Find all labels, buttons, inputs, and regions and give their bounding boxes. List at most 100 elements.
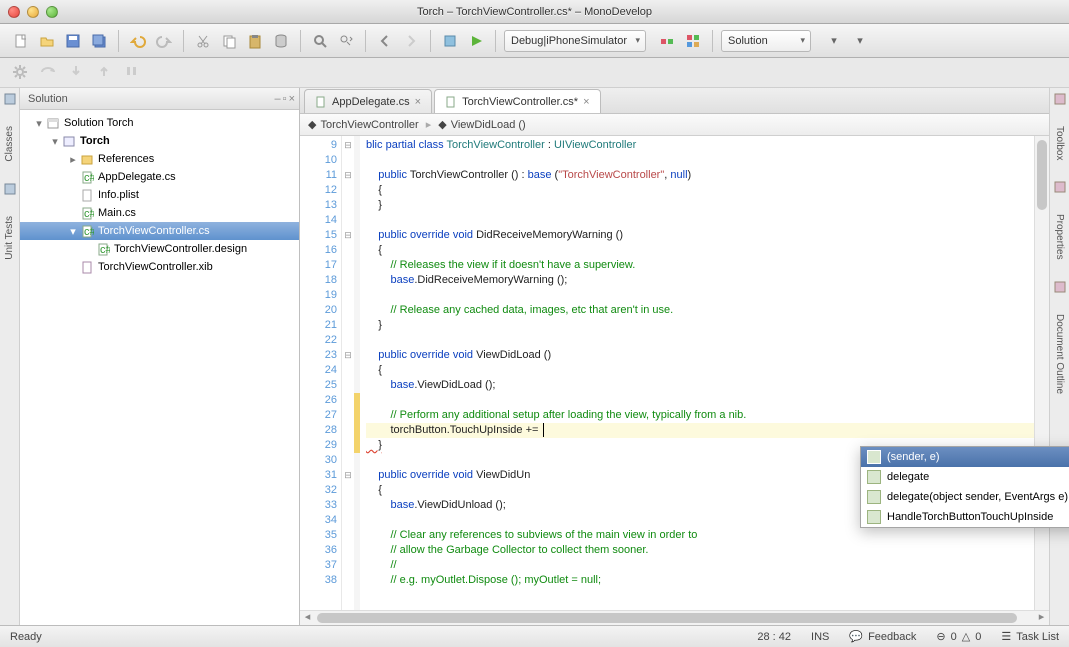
- autocomplete-item[interactable]: delegate(object sender, EventArgs e): [861, 487, 1069, 507]
- build-icon[interactable]: [439, 30, 461, 52]
- tree-item-references[interactable]: ▸References: [20, 150, 299, 168]
- disclosure-icon[interactable]: ▸: [68, 153, 78, 166]
- configuration-combo[interactable]: Debug|iPhoneSimulator: [504, 30, 646, 52]
- tree-item-torchviewcontroller-cs[interactable]: ▾c#TorchViewController.cs: [20, 222, 299, 240]
- breadcrumb-class[interactable]: TorchViewController: [320, 119, 418, 131]
- pad-minimize-icon[interactable]: –: [275, 93, 281, 105]
- rail-icon: [1053, 280, 1067, 294]
- build-solution-icon[interactable]: [682, 30, 704, 52]
- window-zoom-button[interactable]: [46, 6, 58, 18]
- solution-tree[interactable]: ▾Solution Torch▾Torch▸Referencesc#AppDel…: [20, 110, 299, 625]
- tree-item-info-plist[interactable]: Info.plist: [20, 186, 299, 204]
- fold-toggle[interactable]: ⊟: [342, 228, 354, 243]
- redo-icon[interactable]: [153, 30, 175, 52]
- open-icon[interactable]: [36, 30, 58, 52]
- file-tab-appdelegate-cs[interactable]: AppDelegate.cs×: [304, 89, 432, 113]
- tree-item-solution-torch[interactable]: ▾Solution Torch: [20, 114, 299, 132]
- rail-tab-toolbox[interactable]: Toolbox: [1052, 120, 1067, 166]
- fold-toggle[interactable]: ⊟: [342, 168, 354, 183]
- pad-close-icon[interactable]: ×: [289, 93, 295, 105]
- tab-close-icon[interactable]: ×: [415, 96, 421, 108]
- disclosure-icon[interactable]: ▾: [68, 225, 78, 238]
- continue-icon[interactable]: [124, 64, 142, 82]
- tab-close-icon[interactable]: ×: [583, 96, 589, 108]
- undo-icon[interactable]: [127, 30, 149, 52]
- dropdown-icon[interactable]: ▾: [849, 30, 871, 52]
- fold-toggle: [342, 423, 354, 438]
- scroll-right-icon[interactable]: ▸: [1034, 611, 1049, 625]
- tree-item-torchviewcontroller-xib[interactable]: TorchViewController.xib: [20, 258, 299, 276]
- fold-column[interactable]: ⊟ ⊟ ⊟ ⊟ ⊟: [342, 136, 354, 610]
- fold-toggle: [342, 318, 354, 333]
- copy-icon[interactable]: [218, 30, 240, 52]
- separator: [365, 30, 366, 52]
- tree-item-main-cs[interactable]: c#Main.cs: [20, 204, 299, 222]
- autocomplete-popup[interactable]: (sender, e)delegatedelegate(object sende…: [860, 446, 1069, 528]
- fold-toggle[interactable]: ⊟: [342, 348, 354, 363]
- fold-toggle[interactable]: ⊟: [342, 468, 354, 483]
- code-text[interactable]: blic partial class TorchViewController :…: [360, 136, 1034, 610]
- cut-icon[interactable]: [192, 30, 214, 52]
- window-title: Torch – TorchViewController.cs* – MonoDe…: [0, 6, 1069, 18]
- window-minimize-button[interactable]: [27, 6, 39, 18]
- replace-icon[interactable]: [335, 30, 357, 52]
- step-over-icon[interactable]: [40, 64, 58, 82]
- rail-tab-properties[interactable]: Properties: [1052, 208, 1067, 266]
- rail-tab-unit-tests[interactable]: Unit Tests: [2, 210, 17, 266]
- autocomplete-item[interactable]: (sender, e): [861, 447, 1069, 467]
- search-icon[interactable]: [309, 30, 331, 52]
- disclosure-icon[interactable]: ▾: [50, 135, 60, 148]
- solution-combo[interactable]: Solution: [721, 30, 811, 52]
- left-rail: Classes Unit Tests: [0, 88, 20, 625]
- nav-back-icon[interactable]: [374, 30, 396, 52]
- rail-tab-document-outline[interactable]: Document Outline: [1052, 308, 1067, 400]
- tree-item-torch[interactable]: ▾Torch: [20, 132, 299, 150]
- scroll-thumb[interactable]: [317, 613, 1017, 623]
- step-into-icon[interactable]: [68, 64, 86, 82]
- right-rail: Toolbox Properties Document Outline: [1049, 88, 1069, 625]
- new-file-icon[interactable]: [10, 30, 32, 52]
- vertical-scrollbar[interactable]: [1034, 136, 1049, 610]
- cs-icon: c#: [80, 206, 94, 220]
- step-out-icon[interactable]: [96, 64, 114, 82]
- scroll-left-icon[interactable]: ◂: [300, 611, 315, 625]
- nav-forward-icon[interactable]: [400, 30, 422, 52]
- gear-icon[interactable]: [12, 64, 30, 82]
- autocomplete-item[interactable]: HandleTorchButtonTouchUpInside: [861, 507, 1069, 527]
- dropdown-icon[interactable]: ▾: [823, 30, 845, 52]
- fold-toggle: [342, 288, 354, 303]
- snippet-icon: [867, 470, 881, 484]
- paste-icon[interactable]: [244, 30, 266, 52]
- tree-item-appdelegate-cs[interactable]: c#AppDelegate.cs: [20, 168, 299, 186]
- horizontal-scrollbar[interactable]: ◂ ▸: [300, 610, 1049, 625]
- breadcrumb[interactable]: ◆ TorchViewController ▸ ◆ ViewDidLoad (): [300, 114, 1049, 136]
- autocomplete-item[interactable]: delegate: [861, 467, 1069, 487]
- save-all-icon[interactable]: [88, 30, 110, 52]
- svg-text:c#: c#: [84, 226, 94, 238]
- database-icon[interactable]: [270, 30, 292, 52]
- build-project-icon[interactable]: [656, 30, 678, 52]
- pad-options-icon[interactable]: ▫: [283, 93, 287, 105]
- method-icon: ◆: [438, 118, 446, 131]
- disclosure-icon[interactable]: ▾: [34, 117, 44, 130]
- scroll-thumb[interactable]: [1037, 140, 1047, 210]
- code-editor[interactable]: 9101112131415161718192021222324252627282…: [300, 136, 1049, 610]
- fold-toggle: [342, 528, 354, 543]
- solution-pad-header: Solution – ▫ ×: [20, 88, 299, 110]
- fold-toggle: [342, 438, 354, 453]
- error-warning-counts[interactable]: ⊖0 △0: [936, 630, 981, 643]
- file-tab-torchviewcontroller-cs-[interactable]: TorchViewController.cs*×: [434, 89, 600, 113]
- tree-item-torchviewcontroller-design[interactable]: c#TorchViewController.design: [20, 240, 299, 258]
- run-icon[interactable]: [465, 30, 487, 52]
- rail-tab-classes[interactable]: Classes: [2, 120, 17, 168]
- window-close-button[interactable]: [8, 6, 20, 18]
- breadcrumb-method[interactable]: ViewDidLoad (): [451, 119, 526, 131]
- feedback-button[interactable]: 💬 Feedback: [849, 630, 916, 643]
- fold-toggle: [342, 408, 354, 423]
- save-icon[interactable]: [62, 30, 84, 52]
- editor-tabstrip: AppDelegate.cs×TorchViewController.cs*×: [300, 88, 1049, 114]
- fold-toggle[interactable]: ⊟: [342, 138, 354, 153]
- fold-toggle: [342, 453, 354, 468]
- fold-toggle: [342, 363, 354, 378]
- task-list-button[interactable]: ☰ Task List: [1001, 630, 1059, 643]
